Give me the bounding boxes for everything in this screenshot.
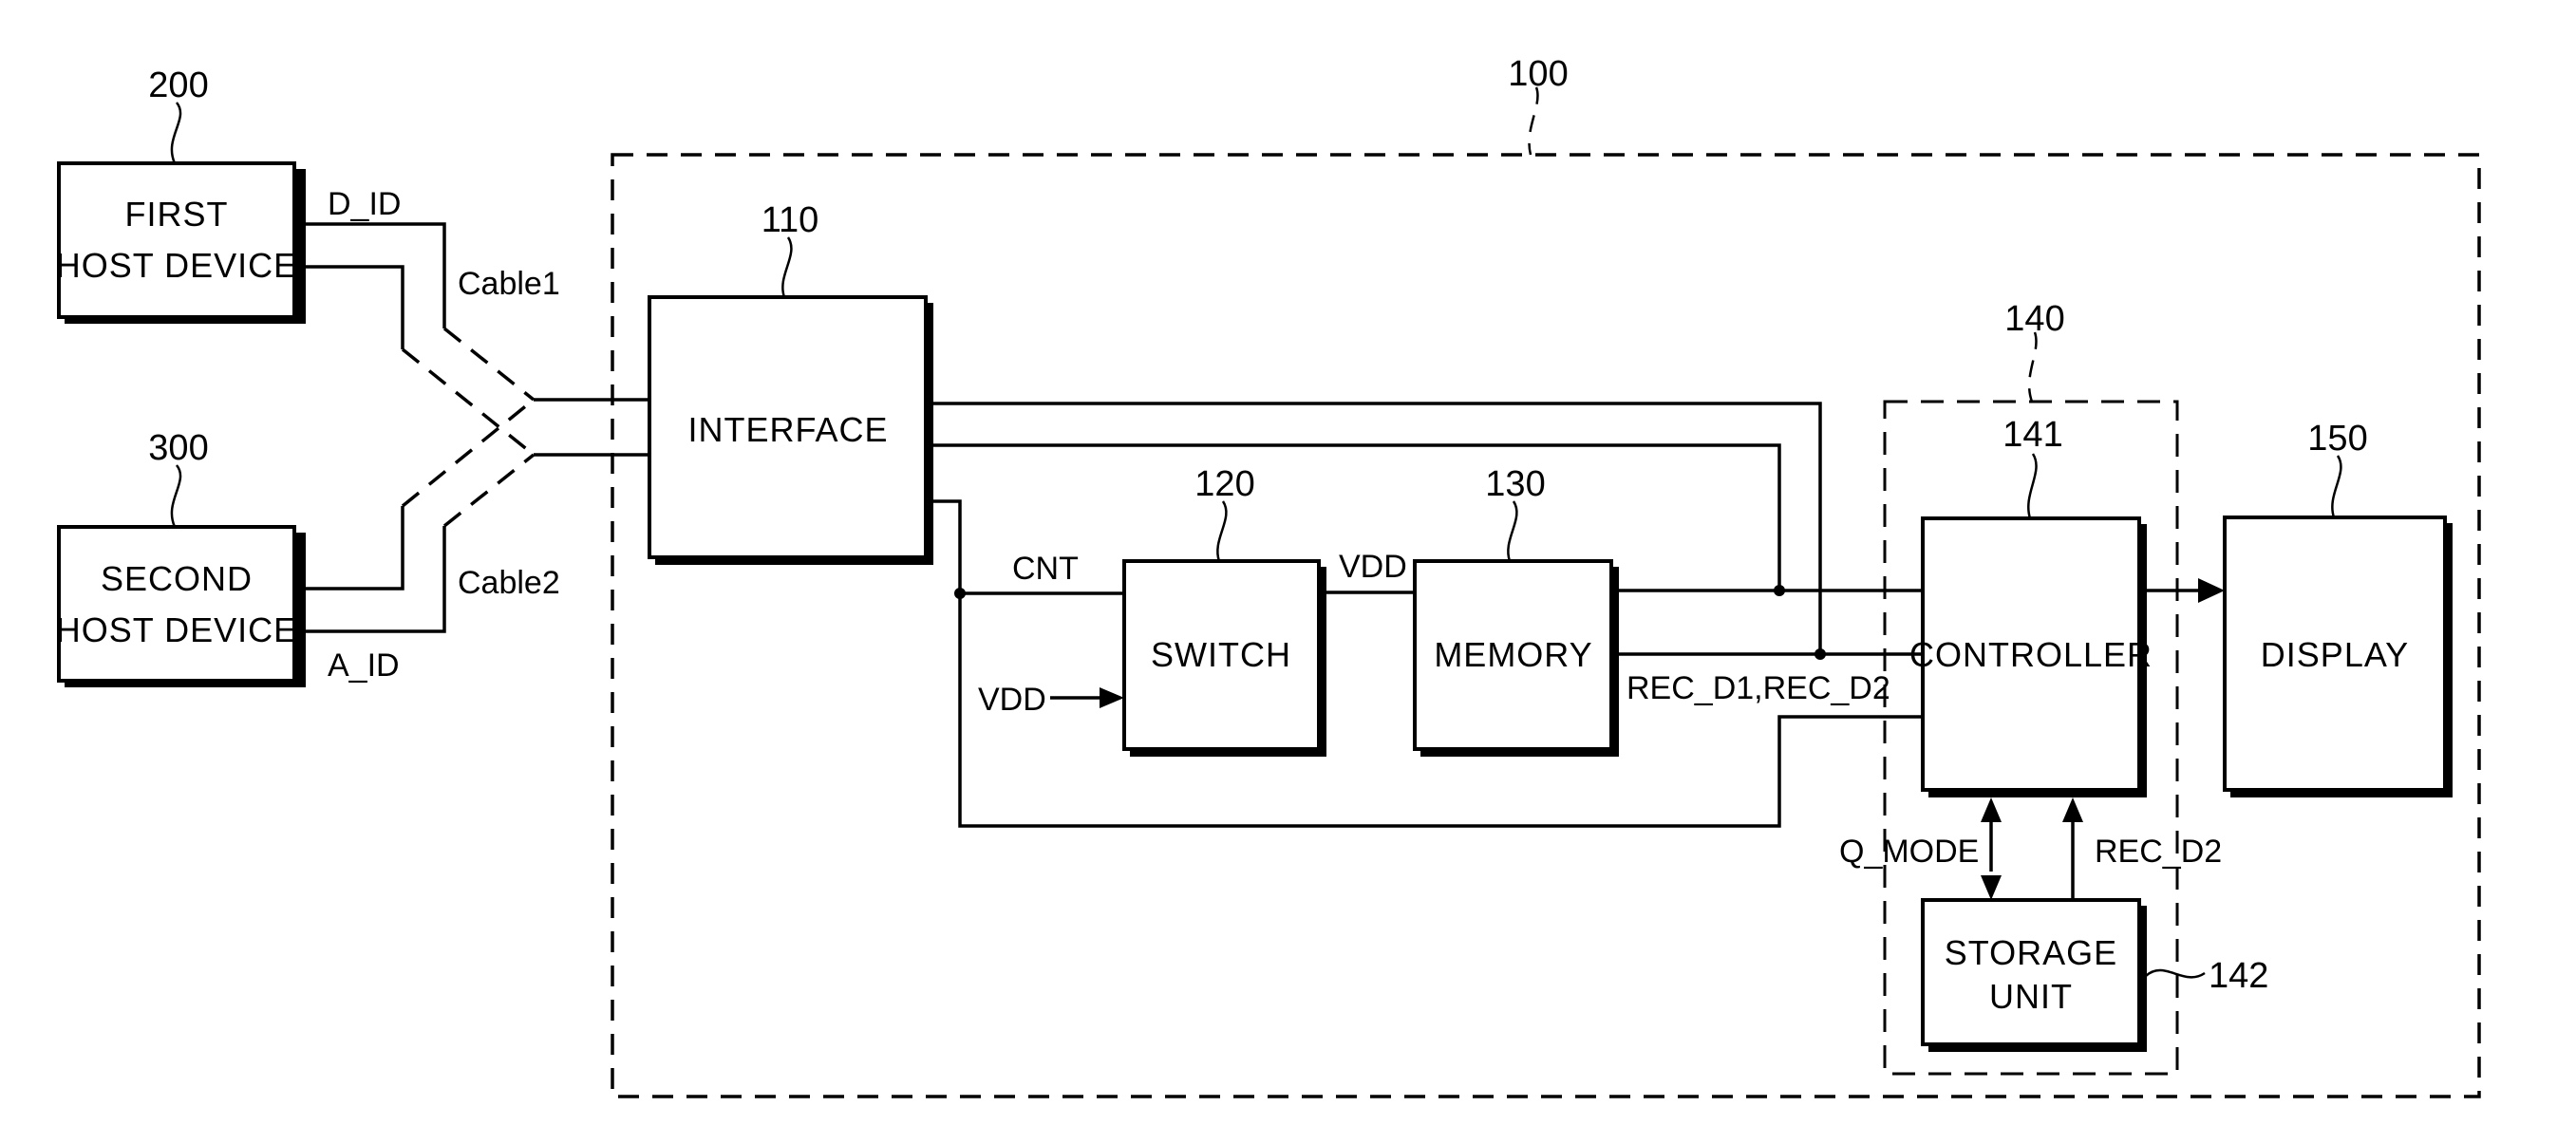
vdd-input-arrowhead	[1100, 687, 1124, 708]
signal-cnt: CNT	[1012, 551, 1079, 587]
signal-q-mode: Q_MODE	[1839, 834, 1979, 870]
interface-to-rec-wire	[933, 402, 1822, 654]
lead-line-142	[2145, 968, 2206, 979]
memory-label: MEMORY	[1434, 635, 1592, 674]
ref-300: 300	[148, 428, 208, 468]
cable1-dashed-link-a	[442, 327, 536, 402]
q-mode-arrowhead-up	[1981, 797, 2002, 822]
interface-block: INTERFACE	[648, 295, 933, 565]
lead-line-200	[170, 102, 182, 164]
ref-120: 120	[1194, 464, 1254, 504]
memory-top-junction-dot	[1774, 585, 1785, 596]
ref-110: 110	[762, 200, 819, 240]
second-host-label-line2: HOST DEVICE	[56, 610, 297, 649]
first-host-label-line1: FIRST	[125, 195, 229, 234]
controller-label: CONTROLLER	[1909, 635, 2153, 674]
lead-line-120	[1216, 500, 1228, 562]
ref-142: 142	[2209, 956, 2268, 996]
signal-rec-d2: REC_D2	[2095, 834, 2222, 870]
controller-to-display-arrowhead	[2198, 578, 2225, 603]
q-mode-arrowhead-down	[1981, 875, 2002, 900]
switch-label: SWITCH	[1151, 635, 1291, 674]
switch-block: SWITCH	[1122, 559, 1326, 757]
signal-d-id: D_ID	[328, 186, 401, 222]
signal-vdd-in: VDD	[978, 682, 1046, 718]
cable2-dashed-link-a	[401, 398, 536, 508]
rec-junction-dot	[1814, 648, 1826, 660]
lead-line-130	[1507, 500, 1518, 562]
first-host-device-block: FIRST HOST DEVICE	[56, 161, 306, 324]
signal-rec-d1-d2: REC_D1,REC_D2	[1626, 670, 1890, 706]
first-host-label-line2: HOST DEVICE	[56, 246, 297, 285]
lead-line-141	[2027, 453, 2038, 519]
controller-block: CONTROLLER	[1909, 516, 2153, 797]
interface-label: INTERFACE	[687, 410, 888, 449]
cable2-a-id-wire	[300, 526, 446, 633]
memory-block: MEMORY	[1413, 559, 1619, 757]
ref-141: 141	[2003, 415, 2062, 455]
second-host-label-line1: SECOND	[101, 559, 253, 598]
ref-200: 200	[148, 66, 208, 105]
second-host-device-block: SECOND HOST DEVICE	[56, 525, 306, 687]
ref-150: 150	[2307, 419, 2367, 459]
lead-line-150	[2331, 455, 2342, 518]
block-diagram: 100 140 FIRST HOST DEVICE 200 SECOND HOS…	[56, 54, 2481, 1098]
display-block: DISPLAY	[2223, 516, 2453, 797]
lead-line-140	[2027, 331, 2038, 403]
ref-100: 100	[1508, 54, 1568, 94]
cable2-first-wire	[300, 506, 404, 591]
cable1-dashed-link-b	[401, 347, 536, 457]
lead-line-100	[1528, 86, 1539, 156]
cable2-dashed-link-b	[442, 453, 536, 528]
cable1-second-wire	[300, 265, 404, 349]
rec-d2-arrowhead	[2062, 797, 2083, 822]
storage-unit-label-line1: STORAGE	[1945, 933, 2117, 972]
signal-cable2: Cable2	[458, 565, 560, 601]
storage-unit-block: STORAGE UNIT	[1921, 898, 2147, 1052]
lead-line-110	[781, 236, 793, 298]
signal-cable1: Cable1	[458, 266, 560, 302]
cable1-d-id-wire	[300, 222, 446, 328]
ref-130: 130	[1485, 464, 1545, 504]
display-label: DISPLAY	[2261, 635, 2409, 674]
signal-vdd-out: VDD	[1339, 549, 1407, 585]
storage-unit-label-line2: UNIT	[1989, 977, 2073, 1016]
signal-a-id: A_ID	[328, 647, 400, 684]
ref-140: 140	[2004, 299, 2064, 339]
lead-line-300	[170, 464, 182, 528]
